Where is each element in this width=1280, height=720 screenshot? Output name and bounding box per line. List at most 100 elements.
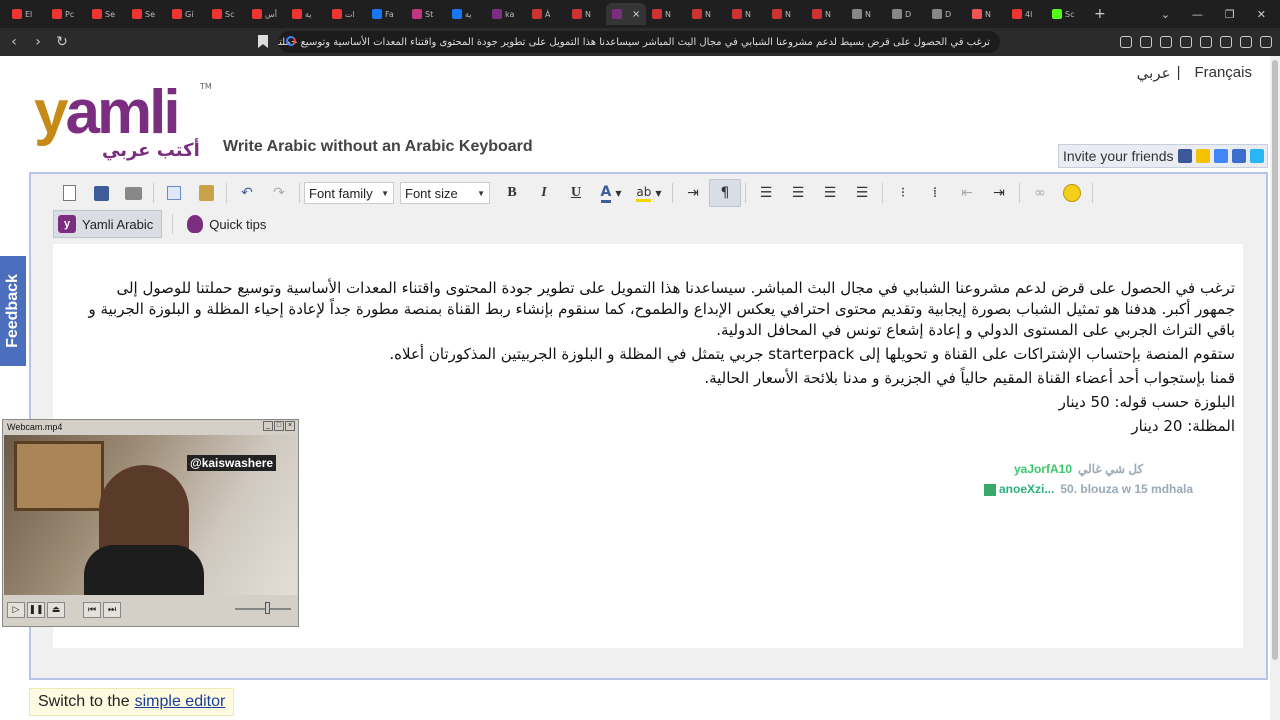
player-maximize-button[interactable]: □ <box>274 421 284 431</box>
align-left-button[interactable]: ☰ <box>750 179 782 207</box>
browser-tab[interactable]: Gi <box>166 3 206 25</box>
browser-tab[interactable]: Pc <box>46 3 86 25</box>
forward-button[interactable]: › <box>28 34 48 50</box>
align-right-button[interactable]: ☰ <box>814 179 846 207</box>
previous-icon[interactable]: ⏮ <box>83 602 101 618</box>
pause-icon[interactable]: ❚❚ <box>27 602 45 618</box>
scrollbar[interactable] <box>1270 56 1280 720</box>
browser-tab[interactable]: Fa <box>366 3 406 25</box>
invite-friends-bar[interactable]: Invite your friends <box>1058 144 1268 168</box>
browser-tab[interactable]: N <box>846 3 886 25</box>
browser-tab[interactable]: ka <box>486 3 526 25</box>
indent-button[interactable]: ⇥ <box>983 179 1015 207</box>
copy-button[interactable] <box>158 179 190 207</box>
facebook-icon[interactable] <box>1177 149 1192 163</box>
browser-tab[interactable]: Sc <box>1046 3 1086 25</box>
browser-tab[interactable]: N <box>686 3 726 25</box>
align-center-button[interactable]: ☰ <box>782 179 814 207</box>
minimize-button[interactable]: — <box>1192 8 1203 21</box>
volume-handle[interactable] <box>265 602 270 614</box>
puzzle-icon[interactable] <box>1200 36 1212 48</box>
play-icon[interactable]: ▷ <box>7 602 25 618</box>
quick-tips-button[interactable]: Quick tips <box>183 210 274 238</box>
myspace-icon[interactable] <box>1231 149 1246 163</box>
link-button[interactable]: ∞ <box>1024 179 1056 207</box>
numbered-list-button[interactable]: ⁞ <box>919 179 951 207</box>
player-minimize-button[interactable]: _ <box>263 421 273 431</box>
yamli-arabic-toggle[interactable]: y Yamli Arabic <box>53 210 163 238</box>
yamli-icon: y <box>58 215 76 233</box>
italic-button[interactable]: I <box>528 179 560 207</box>
star-icon[interactable] <box>1195 149 1210 163</box>
browser-tab[interactable]: Sc <box>206 3 246 25</box>
webcam-player-window[interactable]: Webcam.mp4 _ □ × @kaiswashere ▷ ❚❚ ⏏ ⏮ ⏭ <box>2 419 299 627</box>
profile-icon[interactable] <box>1240 36 1252 48</box>
paste-button[interactable] <box>190 179 222 207</box>
font-size-select[interactable]: Font size ▼ <box>400 182 490 204</box>
maximize-button[interactable]: ❐ <box>1225 8 1235 21</box>
volume-slider[interactable] <box>235 602 291 614</box>
redo-button[interactable]: ↷ <box>263 179 295 207</box>
ltr-button[interactable]: ⇥ <box>677 179 709 207</box>
menu-icon[interactable] <box>1260 36 1272 48</box>
music-icon[interactable] <box>1140 36 1152 48</box>
browser-tab[interactable]: ية <box>286 3 326 25</box>
player-close-button[interactable]: × <box>285 421 295 431</box>
browser-tab[interactable]: N <box>806 3 846 25</box>
next-icon[interactable]: ⏭ <box>103 602 121 618</box>
lang-arabic-link[interactable]: عربي <box>1137 64 1171 82</box>
browser-tab[interactable]: St <box>406 3 446 25</box>
highlight-button[interactable]: ab ▼ <box>630 179 668 207</box>
browser-tab[interactable]: N <box>566 3 606 25</box>
browser-tab[interactable]: N <box>726 3 766 25</box>
new-document-button[interactable] <box>53 179 85 207</box>
scrollbar-thumb[interactable] <box>1272 60 1278 660</box>
browser-tab[interactable]: Se <box>126 3 166 25</box>
extension-icon[interactable] <box>1120 36 1132 48</box>
lang-french-link[interactable]: Français <box>1194 64 1252 82</box>
browser-tab[interactable]: ية <box>446 3 486 25</box>
undo-button[interactable]: ↶ <box>231 179 263 207</box>
bold-button[interactable]: B <box>496 179 528 207</box>
close-window-button[interactable]: ✕ <box>1257 8 1266 21</box>
tab-search-icon[interactable]: ⌄ <box>1161 8 1170 21</box>
browser-tab[interactable]: D <box>926 3 966 25</box>
browser-tab[interactable]: El <box>6 3 46 25</box>
browser-tab[interactable]: D <box>886 3 926 25</box>
outdent-button[interactable]: ⇤ <box>951 179 983 207</box>
wallet-icon[interactable] <box>1180 36 1192 48</box>
back-button[interactable]: ‹ <box>4 34 24 50</box>
eject-icon[interactable]: ⏏ <box>47 602 65 618</box>
share-icon[interactable] <box>1249 149 1264 163</box>
reload-button[interactable]: ↻ <box>52 34 72 50</box>
browser-tab[interactable]: N <box>646 3 686 25</box>
emoticon-button[interactable] <box>1056 179 1088 207</box>
shield-icon[interactable] <box>1220 36 1232 48</box>
tab-close-icon[interactable]: × <box>632 9 640 20</box>
browser-tab[interactable]: À <box>526 3 566 25</box>
yamli-logo[interactable]: yamli TM أكتب عربي <box>34 82 214 162</box>
simple-editor-link[interactable]: simple editor <box>135 693 226 711</box>
browser-tab[interactable]: 4l <box>1006 3 1046 25</box>
save-button[interactable] <box>85 179 117 207</box>
rtl-button[interactable]: ¶ <box>709 179 741 207</box>
underline-button[interactable]: U <box>560 179 592 207</box>
justify-button[interactable]: ☰ <box>846 179 878 207</box>
font-family-select[interactable]: Font family ▼ <box>304 182 394 204</box>
browser-tab[interactable]: N <box>966 3 1006 25</box>
google-icon[interactable] <box>1213 149 1228 163</box>
browser-tab[interactable]: Se <box>86 3 126 25</box>
player-title-bar[interactable]: Webcam.mp4 _ □ × <box>3 420 298 434</box>
new-tab-button[interactable]: + <box>1094 6 1106 22</box>
print-button[interactable] <box>117 179 149 207</box>
browser-tab[interactable]: أس <box>246 3 286 25</box>
font-color-button[interactable]: A ▼ <box>592 179 630 207</box>
reading-icon[interactable] <box>1160 36 1172 48</box>
browser-tab[interactable]: N <box>766 3 806 25</box>
tab-favicon-icon <box>812 9 822 19</box>
browser-tab[interactable]: ات <box>326 3 366 25</box>
feedback-tab[interactable]: Feedback <box>0 256 26 366</box>
bullet-list-button[interactable]: ⁝ <box>887 179 919 207</box>
url-input[interactable]: ترغب في الحصول على قرض بسيط لدعم مشروعنا… <box>278 31 1000 53</box>
browser-tab[interactable]: × <box>606 3 646 25</box>
